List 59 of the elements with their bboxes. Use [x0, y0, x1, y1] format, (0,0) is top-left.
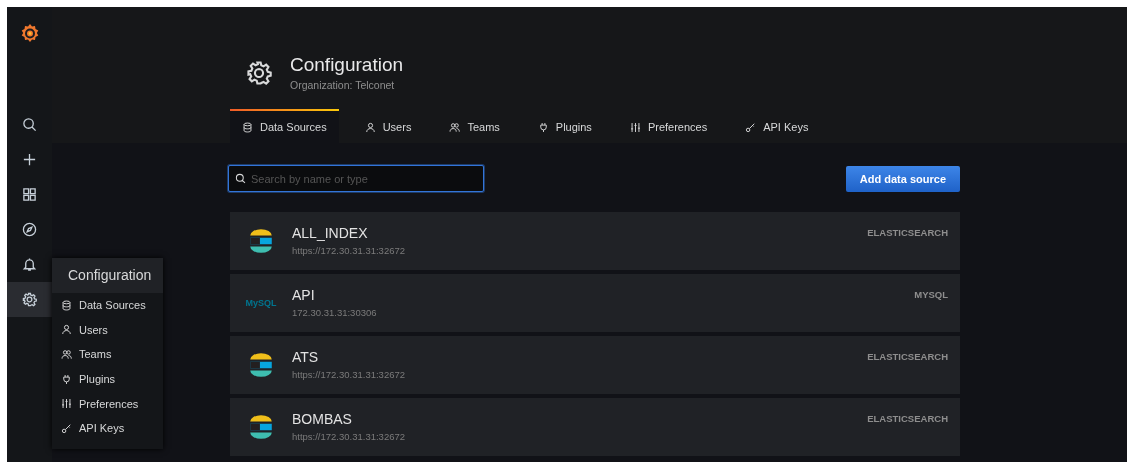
settings-icon: [246, 59, 272, 86]
add-data-source-button[interactable]: Add data source: [845, 165, 960, 192]
search-icon: [22, 117, 37, 132]
data-source-card[interactable]: ATS https://172.30.31.31:32672 ELASTICSEARCH: [230, 336, 960, 394]
tab[interactable]: Teams: [437, 109, 512, 143]
users-icon: [61, 349, 72, 360]
data-source-card[interactable]: BOMBAS https://172.30.31.31:32672 ELASTICSEARCH: [230, 398, 960, 456]
data-source-card[interactable]: ALL_INDEX https://172.30.31.31:32672 ELASTICSEARCH: [230, 212, 960, 270]
data-source-type: ELASTICSEARCH: [867, 350, 949, 362]
tab[interactable]: Plugins: [525, 109, 604, 143]
user-icon: [364, 121, 376, 133]
data-source-url: https://172.30.31.31:32672: [292, 369, 407, 380]
page-subtitle: Organization: Telconet: [290, 79, 396, 91]
logo-icon: [19, 23, 40, 43]
plug-icon: [61, 373, 72, 385]
page-title: Configuration: [290, 54, 404, 76]
plus-icon: [22, 152, 37, 167]
sliders-icon: [61, 398, 72, 410]
database-icon: [242, 121, 253, 133]
data-source-type: MYSQL: [914, 288, 949, 300]
data-source-name: API: [292, 287, 316, 303]
tab[interactable]: API Keys: [733, 109, 821, 143]
menu-item[interactable]: Plugins: [52, 366, 163, 392]
tab[interactable]: Data Sources: [230, 109, 339, 143]
data-source-name: BOMBAS: [292, 411, 353, 427]
menu-item[interactable]: Data Sources: [52, 293, 163, 318]
tab[interactable]: Users: [352, 109, 424, 143]
search-icon: [235, 173, 246, 184]
user-icon: [61, 324, 72, 336]
elasticsearch-logo-icon: [247, 351, 275, 379]
grid-icon: [22, 187, 37, 202]
users-icon: [449, 121, 461, 133]
data-source-type: ELASTICSEARCH: [867, 412, 949, 424]
configuration-button[interactable]: [7, 282, 52, 317]
tab[interactable]: Preferences: [617, 109, 720, 143]
data-source-url: 172.30.31.31:30306: [292, 307, 378, 318]
menu-item[interactable]: Teams: [52, 342, 163, 367]
bell-icon: [22, 257, 37, 272]
data-source-type: ELASTICSEARCH: [867, 226, 949, 238]
settings-icon: [22, 292, 37, 307]
data-source-card[interactable]: MySQL API 172.30.31.31:30306 MYSQL: [230, 274, 960, 332]
plug-icon: [537, 121, 549, 133]
menu-item[interactable]: Preferences: [52, 391, 163, 416]
data-source-url: https://172.30.31.31:32672: [292, 245, 407, 256]
database-icon: [61, 299, 72, 311]
key-icon: [745, 121, 757, 133]
sliders-icon: [629, 121, 641, 133]
elasticsearch-logo-icon: [247, 413, 275, 441]
elasticsearch-logo-icon: [247, 227, 275, 255]
compass-icon: [22, 222, 37, 237]
mysql-logo: MySQL: [245, 298, 277, 308]
menu-title: Configuration: [52, 258, 163, 293]
menu-item[interactable]: Users: [52, 317, 163, 343]
menu-item[interactable]: API Keys: [52, 415, 163, 441]
key-icon: [61, 422, 72, 434]
data-source-name: ALL_INDEX: [292, 225, 369, 241]
data-source-name: ATS: [292, 349, 320, 365]
data-source-url: https://172.30.31.31:32672: [292, 431, 407, 442]
search-field[interactable]: Search by name or type: [228, 165, 484, 192]
